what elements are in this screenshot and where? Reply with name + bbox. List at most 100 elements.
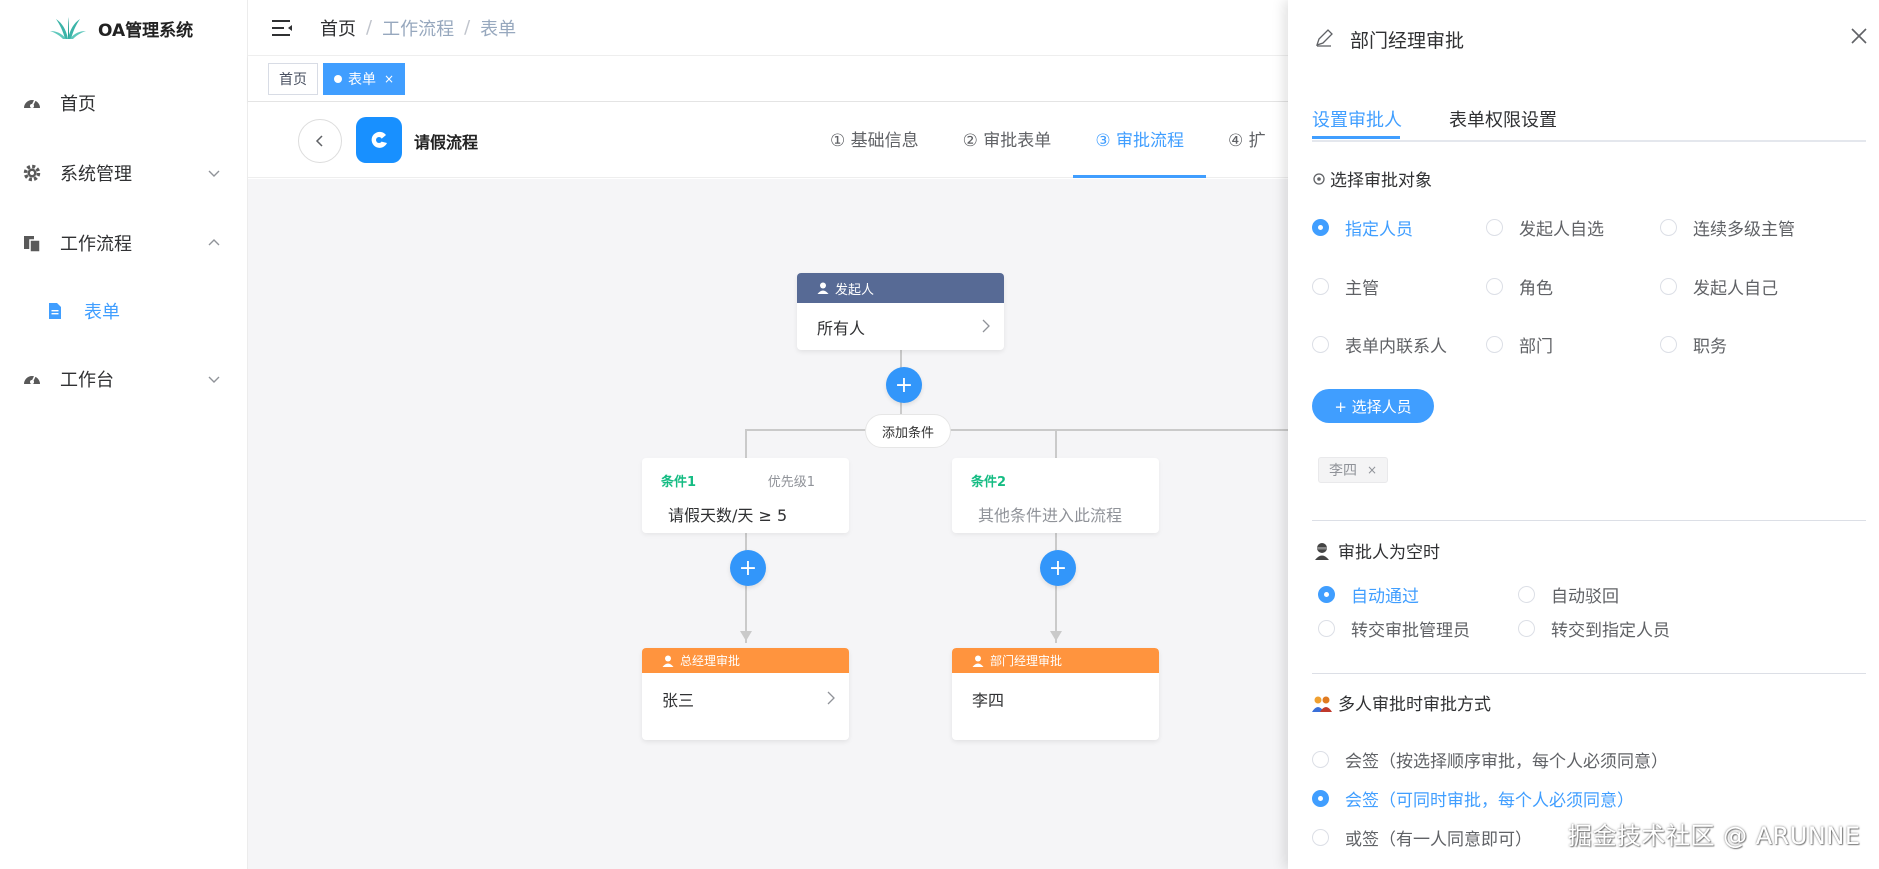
radio-circle	[1518, 586, 1535, 603]
radio-department[interactable]: 部门	[1486, 332, 1553, 357]
section-title: 多人审批时审批方式	[1338, 695, 1491, 715]
condition-node[interactable]: 条件2 其他条件进入此流程	[952, 458, 1159, 533]
radio-circle	[1660, 219, 1677, 236]
radio-transfer-specified[interactable]: 转交到指定人员	[1518, 616, 1670, 641]
flow-app-icon	[356, 117, 402, 163]
start-node[interactable]: 发起人 所有人	[797, 273, 1004, 350]
radio-position[interactable]: 职务	[1660, 332, 1727, 357]
watermark: 掘金技术社区 @ ARUNNE	[1568, 822, 1861, 850]
approver-node[interactable]: 总经理审批 张三	[642, 648, 849, 740]
radio-auto-reject[interactable]: 自动驳回	[1518, 582, 1619, 607]
radio-label: 自动驳回	[1551, 587, 1619, 607]
radio-countersign-sequential[interactable]: 会签（按选择顺序审批，每个人必须同意）	[1312, 747, 1668, 772]
radio-label: 自动通过	[1351, 587, 1419, 607]
radio-role[interactable]: 角色	[1486, 274, 1553, 299]
add-node-button[interactable]: +	[1040, 550, 1076, 586]
radio-circle	[1486, 278, 1503, 295]
designer-header: 请假流程 ① 基础信息 ② 审批表单 ③ 审批流程 ④ 扩	[248, 102, 1288, 178]
breadcrumb-separator: /	[366, 17, 373, 38]
radio-circle	[1312, 336, 1329, 353]
edit-icon[interactable]	[1314, 28, 1334, 48]
sidebar-item-label: 工作台	[60, 370, 114, 391]
tab-approval-flow[interactable]: ③ 审批流程	[1073, 102, 1206, 178]
radio-circle	[1660, 336, 1677, 353]
branch-line	[745, 429, 1288, 431]
tab-extended-settings[interactable]: ④ 扩	[1206, 102, 1288, 178]
radio-label: 主管	[1345, 279, 1379, 299]
close-icon[interactable]: ×	[384, 72, 394, 86]
radio-form-contact[interactable]: 表单内联系人	[1312, 332, 1447, 357]
condition-name: 条件2	[971, 475, 1007, 490]
condition-node[interactable]: 条件1 优先级1 请假天数/天 ≥ 5	[642, 458, 849, 533]
sidebar-item-system[interactable]: 系统管理	[0, 138, 247, 208]
selected-member-tag: 李四 ×	[1318, 457, 1389, 483]
sidebar-item-workflow[interactable]: 工作流程	[0, 208, 247, 278]
radio-initiator-choose[interactable]: 发起人自选	[1486, 215, 1604, 240]
leaf-logo-icon	[50, 17, 86, 39]
radio-circle	[1312, 219, 1329, 236]
start-node-header: 发起人	[797, 273, 1004, 303]
sidebar-item-home[interactable]: 首页	[0, 68, 247, 138]
approver-node[interactable]: 部门经理审批 李四	[952, 648, 1159, 740]
menu-fold-icon[interactable]	[270, 18, 294, 38]
active-tab-indicator	[1312, 136, 1400, 139]
radio-specified-member[interactable]: 指定人员	[1312, 215, 1413, 240]
breadcrumb-workflow[interactable]: 工作流程	[382, 15, 454, 41]
tab-form-permissions[interactable]: 表单权限设置	[1449, 106, 1557, 132]
radio-circle	[1318, 620, 1335, 637]
radio-auto-approve[interactable]: 自动通过	[1318, 582, 1419, 607]
tab-approval-form[interactable]: ② 审批表单	[941, 102, 1074, 178]
tag-form[interactable]: 表单 ×	[323, 62, 406, 95]
approver-node-body: 张三	[642, 673, 849, 725]
radio-supervisor[interactable]: 主管	[1312, 274, 1379, 299]
node-title: 部门经理审批	[990, 654, 1063, 668]
document-icon	[49, 303, 61, 319]
connector-line	[1055, 429, 1057, 459]
tag-home[interactable]: 首页	[268, 62, 318, 95]
condition-text: 请假天数/天 ≥ 5	[668, 506, 788, 525]
close-icon[interactable]	[1849, 26, 1869, 46]
breadcrumb-separator: /	[464, 17, 471, 38]
breadcrumb-home[interactable]: 首页	[320, 15, 356, 41]
radio-multi-level-supervisor[interactable]: 连续多级主管	[1660, 215, 1795, 240]
chevron-right-icon	[982, 319, 990, 333]
drawer-tabs: 设置审批人 表单权限设置	[1312, 96, 1866, 142]
section-approver-target: 选择审批对象	[1312, 166, 1432, 191]
approver-node-header: 部门经理审批	[952, 648, 1159, 673]
logo[interactable]: OA管理系统	[0, 0, 247, 56]
flow-canvas: 发起人 所有人 + 添加条件 条件1 优先级1 请假天数/天 ≥ 5 条件2 其…	[248, 179, 1288, 869]
close-icon[interactable]: ×	[1367, 463, 1377, 477]
select-member-button[interactable]: + 选择人员	[1312, 389, 1434, 423]
arrow-down-icon	[740, 631, 752, 641]
tab-set-approver[interactable]: 设置审批人	[1312, 106, 1402, 132]
add-node-button[interactable]: +	[730, 550, 766, 586]
chevron-right-icon	[827, 691, 835, 705]
drawer-title: 部门经理审批	[1350, 30, 1465, 52]
chevron-up-icon	[208, 239, 220, 246]
approver-node-header: 总经理审批	[642, 648, 849, 673]
tab-basic-info[interactable]: ① 基础信息	[808, 102, 941, 178]
radio-countersign-parallel[interactable]: 会签（可同时审批，每个人必须同意）	[1312, 786, 1634, 811]
radio-circle	[1518, 620, 1535, 637]
user-icon	[817, 282, 829, 294]
dashboard-icon	[24, 375, 40, 384]
app-name: OA管理系统	[98, 20, 194, 41]
section-empty-approver: 审批人为空时	[1312, 538, 1440, 563]
radio-label: 发起人自选	[1519, 220, 1604, 240]
node-title: 总经理审批	[680, 654, 741, 668]
radio-or-sign[interactable]: 或签（有一人同意即可）	[1312, 825, 1532, 850]
radio-circle	[1660, 278, 1677, 295]
add-node-button[interactable]: +	[886, 367, 922, 403]
radio-transfer-admin[interactable]: 转交审批管理员	[1318, 616, 1470, 641]
add-condition-button[interactable]: 添加条件	[865, 414, 952, 448]
radio-initiator-self[interactable]: 发起人自己	[1660, 274, 1778, 299]
radio-label: 发起人自己	[1693, 279, 1778, 299]
divider	[1312, 520, 1866, 521]
radio-circle	[1486, 219, 1503, 236]
sidebar-item-form[interactable]: 表单	[0, 278, 247, 344]
gear-icon	[23, 164, 41, 182]
dashboard-icon	[24, 99, 40, 108]
back-button[interactable]	[298, 119, 342, 163]
section-title: 审批人为空时	[1338, 543, 1440, 563]
sidebar-item-workbench[interactable]: 工作台	[0, 344, 247, 414]
